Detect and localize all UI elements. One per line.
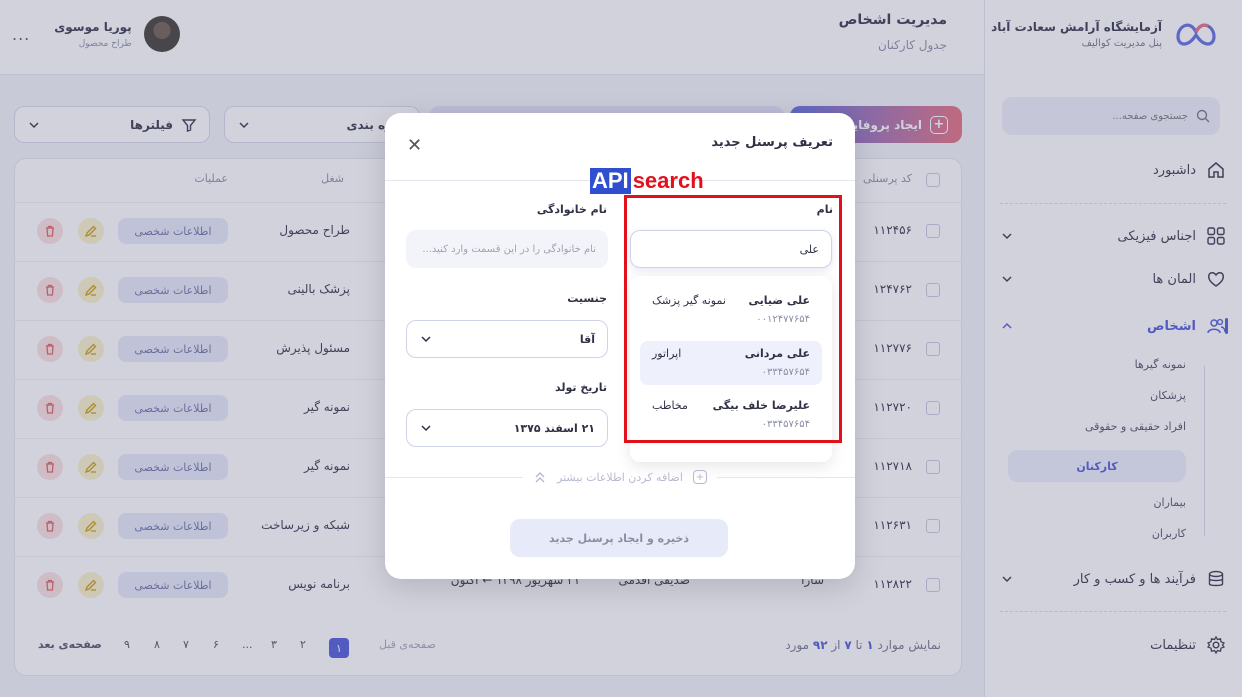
save-staff-button[interactable]: ذخیره و ایجاد پرسنل جدید (510, 519, 728, 557)
family-label: نام خانوادگی (536, 203, 607, 216)
annotation-api: API (590, 168, 631, 194)
birth-value: ۲۱ اسفند ۱۳۷۵ (513, 421, 595, 435)
family-placeholder: نام خانوادگی را در این قسمت وارد کنید... (422, 243, 596, 255)
chevron-down-icon (421, 425, 431, 432)
modal-title: تعریف پرسنل جدید (711, 135, 833, 150)
family-input[interactable]: نام خانوادگی را در این قسمت وارد کنید... (406, 230, 608, 268)
save-label: ذخیره و ایجاد پرسنل جدید (548, 531, 690, 545)
gender-label: جنسیت (567, 292, 607, 305)
chevron-down-icon (421, 336, 431, 343)
annotation-search: search (632, 168, 704, 193)
divider (385, 476, 524, 478)
add-more-label: اضافه کردن اطلاعات بیشتر (557, 470, 683, 484)
gender-select[interactable]: آقا (406, 320, 608, 358)
gender-value: آقا (579, 332, 595, 346)
divider (716, 476, 855, 478)
plus-icon: + (692, 470, 707, 484)
birth-date-select[interactable]: ۲۱ اسفند ۱۳۷۵ (406, 409, 608, 447)
annotation-label: API search (590, 168, 704, 194)
add-more-info-button[interactable]: + اضافه کردن اطلاعات بیشتر (385, 470, 855, 484)
double-chevron-up-icon (535, 472, 545, 483)
birth-label: تاریخ تولد (555, 381, 607, 394)
close-icon[interactable]: ✕ (407, 135, 422, 156)
annotation-box (624, 195, 842, 443)
